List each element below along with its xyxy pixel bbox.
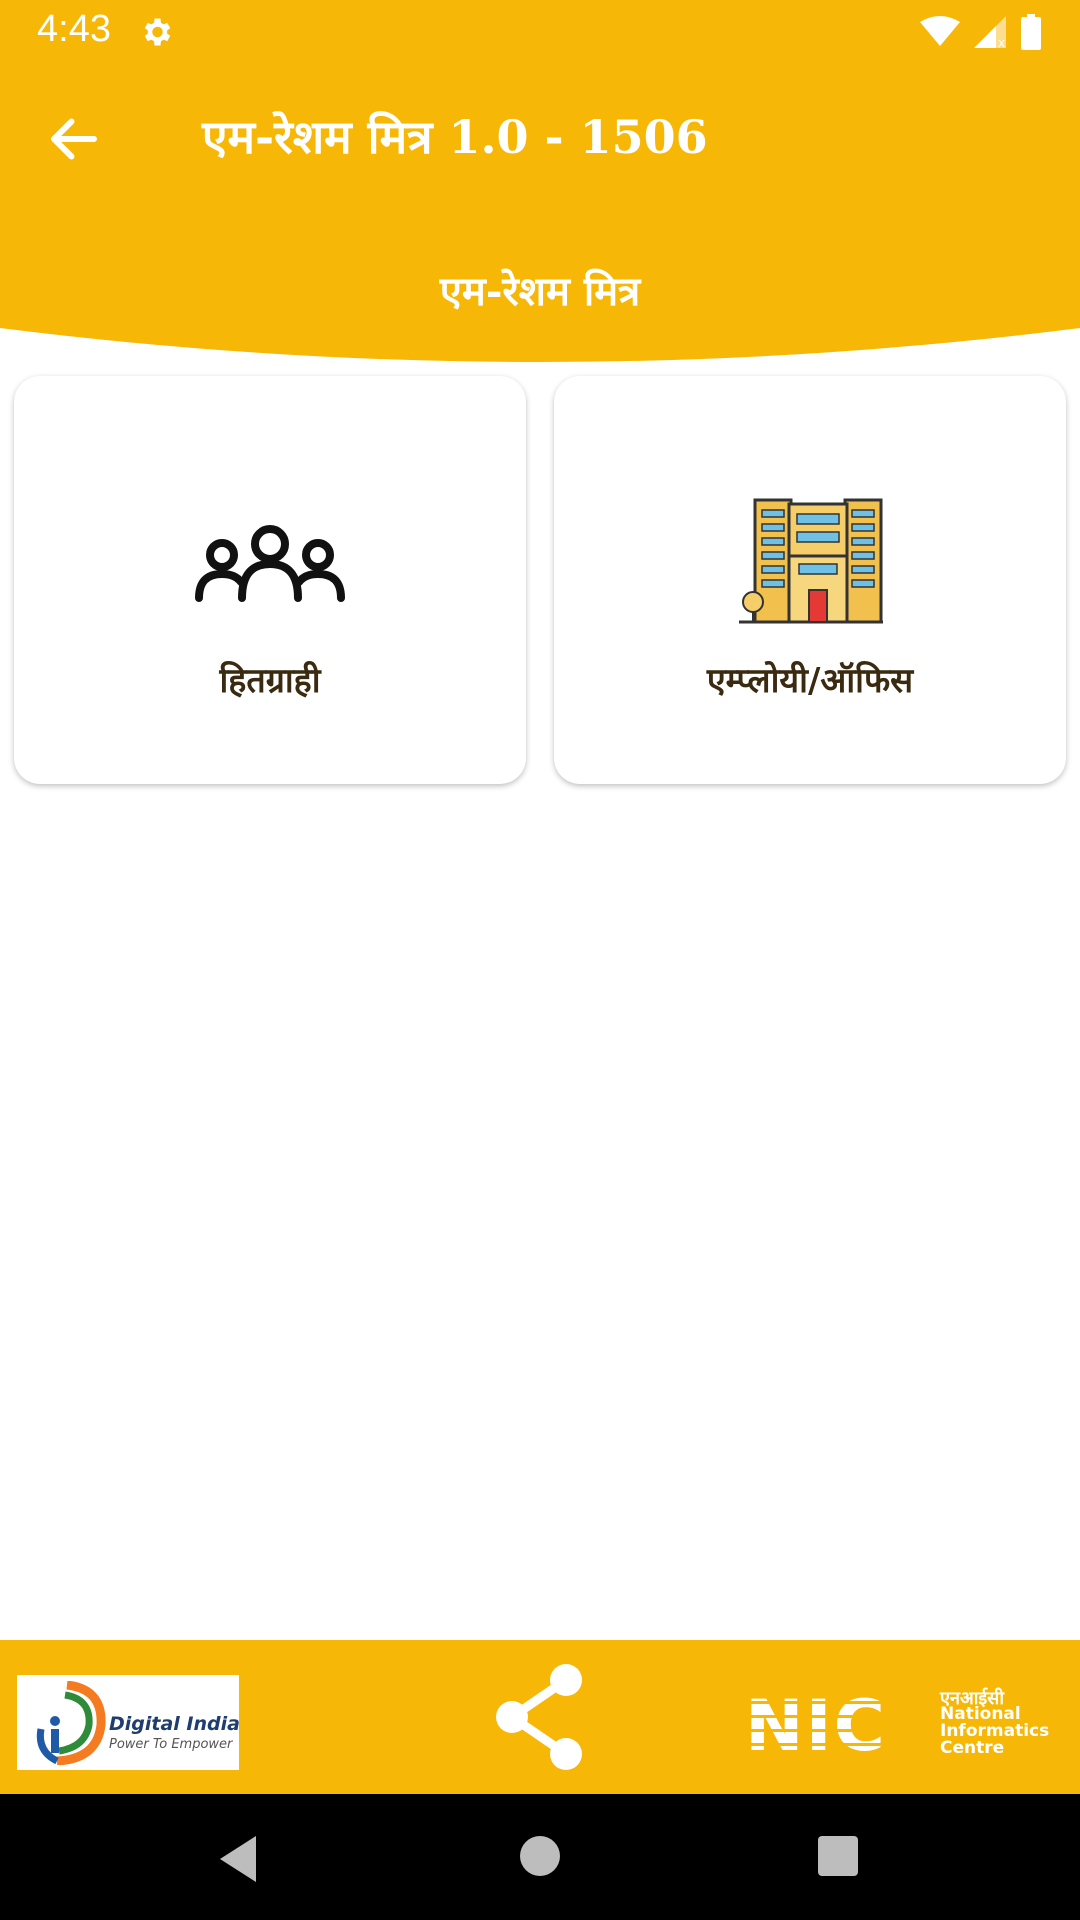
- nic-logo: NIC एनआईसी National Informatics Centre: [745, 1688, 1065, 1764]
- employee-office-label: एम्प्लोयी/ऑफिस: [706, 661, 914, 701]
- footer-bar: Digital India Power To Empower NIC एनआईस…: [0, 1640, 1080, 1794]
- arrow-left-icon[interactable]: [44, 109, 104, 169]
- digital-india-title: Digital India: [109, 1713, 240, 1735]
- digital-india-emblem: [36, 1681, 106, 1765]
- signal-icon: x: [974, 16, 1006, 48]
- office-building-icon: [739, 498, 883, 624]
- page-title: एम-रेशम मित्र 1.0 - 1506: [202, 110, 708, 164]
- nic-english-text: National Informatics Centre: [940, 1706, 1049, 1757]
- svg-text:x: x: [998, 36, 1005, 48]
- gear-icon: [144, 18, 171, 46]
- nic-stripes: [745, 1701, 935, 1746]
- status-time: 4:43: [37, 8, 111, 50]
- beneficiary-card[interactable]: हितग्राही: [14, 376, 526, 784]
- nav-recents-icon[interactable]: [818, 1836, 858, 1876]
- employee-office-card[interactable]: एम्प्लोयी/ऑफिस: [554, 376, 1066, 784]
- beneficiary-label: हितग्राही: [219, 661, 321, 701]
- nav-back-icon[interactable]: [216, 1834, 260, 1884]
- nic-line-centre: Centre: [940, 1738, 1005, 1758]
- status-bar: 4:43 x: [0, 0, 1080, 63]
- system-nav-bar: [0, 1794, 1080, 1920]
- share-icon[interactable]: [490, 1662, 590, 1772]
- wifi-icon: [920, 16, 960, 46]
- battery-icon: [1021, 14, 1041, 50]
- nav-home-icon[interactable]: [520, 1836, 560, 1876]
- digital-india-logo: Digital India Power To Empower: [17, 1675, 240, 1770]
- digital-india-tagline: Power To Empower: [109, 1737, 233, 1752]
- section-title: एम-रेशम मित्र: [439, 268, 641, 315]
- people-group-icon: [195, 525, 345, 602]
